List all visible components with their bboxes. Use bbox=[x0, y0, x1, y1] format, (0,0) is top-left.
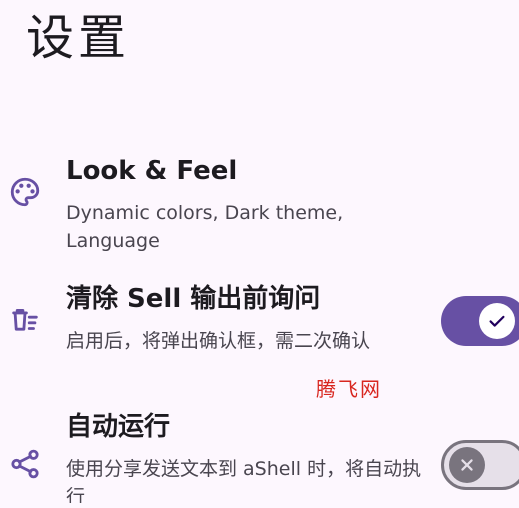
toggle-thumb bbox=[449, 447, 485, 483]
page-title: 设置 bbox=[26, 10, 131, 66]
auto-run-toggle[interactable] bbox=[441, 440, 519, 490]
setting-title: Look & Feel bbox=[66, 156, 238, 186]
clear-list-icon bbox=[7, 302, 43, 338]
setting-summary: 使用分享发送文本到 aShell 时，将自动执行 bbox=[66, 458, 422, 503]
palette-icon bbox=[7, 174, 43, 210]
confirm-clear-toggle[interactable] bbox=[441, 296, 519, 346]
setting-summary: 启用后，将弹出确认框，需二次确认 bbox=[66, 330, 371, 352]
setting-title: 自动运行 bbox=[66, 412, 171, 442]
check-icon bbox=[489, 315, 505, 327]
setting-summary: Dynamic colors, Dark theme, Language bbox=[66, 202, 344, 252]
toggle-thumb bbox=[479, 303, 515, 339]
setting-look-and-feel[interactable]: Look & Feel Dynamic colors, Dark theme, … bbox=[0, 150, 519, 252]
watermark-text: 腾飞网 bbox=[316, 377, 382, 401]
close-icon bbox=[461, 459, 473, 471]
setting-confirm-clear-output[interactable]: 清除 Sell 输出前询问 启用后，将弹出确认框，需二次确认 bbox=[0, 280, 519, 370]
setting-auto-run[interactable]: 自动运行 使用分享发送文本到 aShell 时，将自动执行 bbox=[0, 408, 519, 508]
setting-title: 清除 Sell 输出前询问 bbox=[66, 284, 321, 314]
share-icon bbox=[7, 446, 43, 482]
